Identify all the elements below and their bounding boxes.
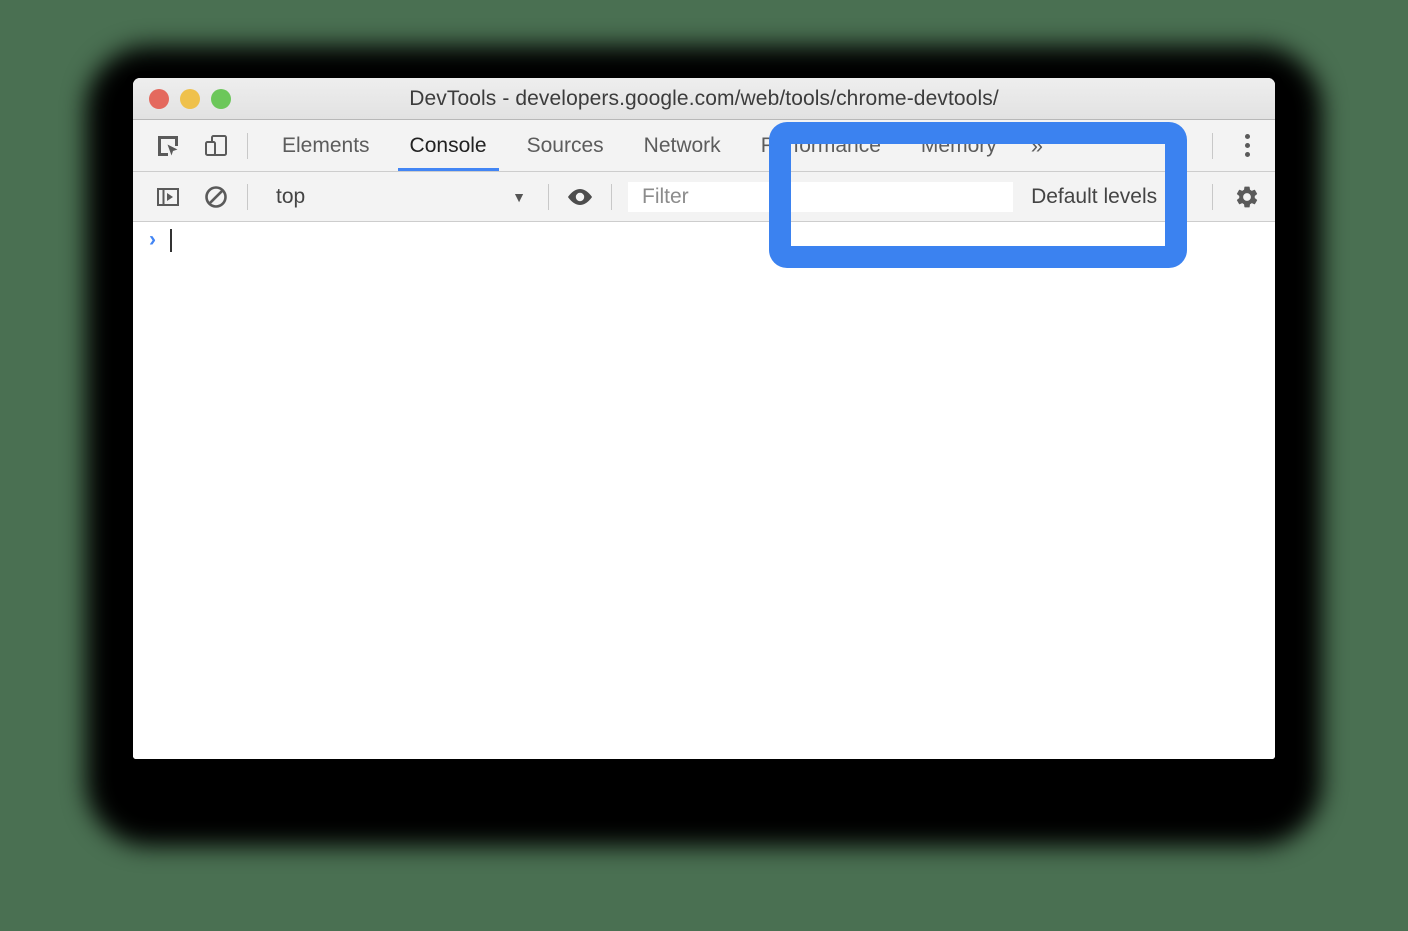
prompt-arrow-icon: › — [149, 228, 156, 251]
log-level-dropdown[interactable]: Default levels ▼ — [1013, 185, 1198, 209]
tab-performance[interactable]: Performance — [741, 120, 901, 171]
tabbar-right-divider — [1212, 132, 1213, 159]
chevron-down-icon: ▼ — [1166, 188, 1180, 205]
tab-list: Elements Console Sources Network Perform… — [262, 120, 1057, 171]
inspect-element-icon[interactable] — [151, 129, 185, 163]
filter-input[interactable]: Filter — [628, 181, 1014, 212]
three-dot-menu-icon[interactable] — [1227, 120, 1267, 171]
console-prompt-row[interactable]: › — [133, 223, 1275, 257]
devtools-tabbar: Elements Console Sources Network Perform… — [133, 120, 1275, 172]
tab-network[interactable]: Network — [624, 120, 741, 171]
tab-elements[interactable]: Elements — [262, 120, 390, 171]
filterbar-divider-4 — [1212, 183, 1213, 210]
maximize-window-button[interactable] — [211, 88, 231, 109]
device-toolbar-icon[interactable] — [199, 129, 233, 163]
close-window-button[interactable] — [149, 88, 169, 109]
console-message-area[interactable]: › — [133, 223, 1275, 759]
clear-console-icon[interactable] — [199, 180, 233, 214]
log-level-value: Default levels — [1031, 184, 1158, 208]
window-titlebar: DevTools - developers.google.com/web/too… — [133, 78, 1275, 120]
filterbar-divider-3 — [611, 183, 612, 210]
devtools-window: DevTools - developers.google.com/web/too… — [133, 78, 1275, 759]
tabbar-right-controls — [1198, 120, 1275, 171]
tabbar-divider — [247, 132, 248, 159]
tab-memory[interactable]: Memory — [901, 120, 1017, 171]
gear-icon[interactable] — [1227, 172, 1267, 221]
chevron-down-icon: ▼ — [512, 188, 526, 205]
minimize-window-button[interactable] — [180, 88, 200, 109]
console-sidebar-toggle-icon[interactable] — [151, 180, 185, 214]
tab-sources[interactable]: Sources — [507, 120, 624, 171]
filterbar-divider-2 — [548, 183, 549, 210]
console-filter-bar: top ▼ Filter Default levels ▼ — [133, 172, 1275, 222]
tab-console[interactable]: Console — [390, 120, 507, 171]
text-cursor — [170, 228, 172, 252]
javascript-context-selector[interactable]: top ▼ — [276, 180, 534, 214]
traffic-light-buttons — [149, 88, 231, 109]
filterbar-divider-1 — [247, 183, 248, 210]
context-selector-value: top — [276, 184, 306, 208]
eye-icon[interactable] — [563, 180, 597, 214]
filter-placeholder: Filter — [642, 184, 689, 208]
tab-overflow-chevron-icon[interactable]: » — [1017, 120, 1057, 171]
window-title: DevTools - developers.google.com/web/too… — [409, 86, 999, 110]
